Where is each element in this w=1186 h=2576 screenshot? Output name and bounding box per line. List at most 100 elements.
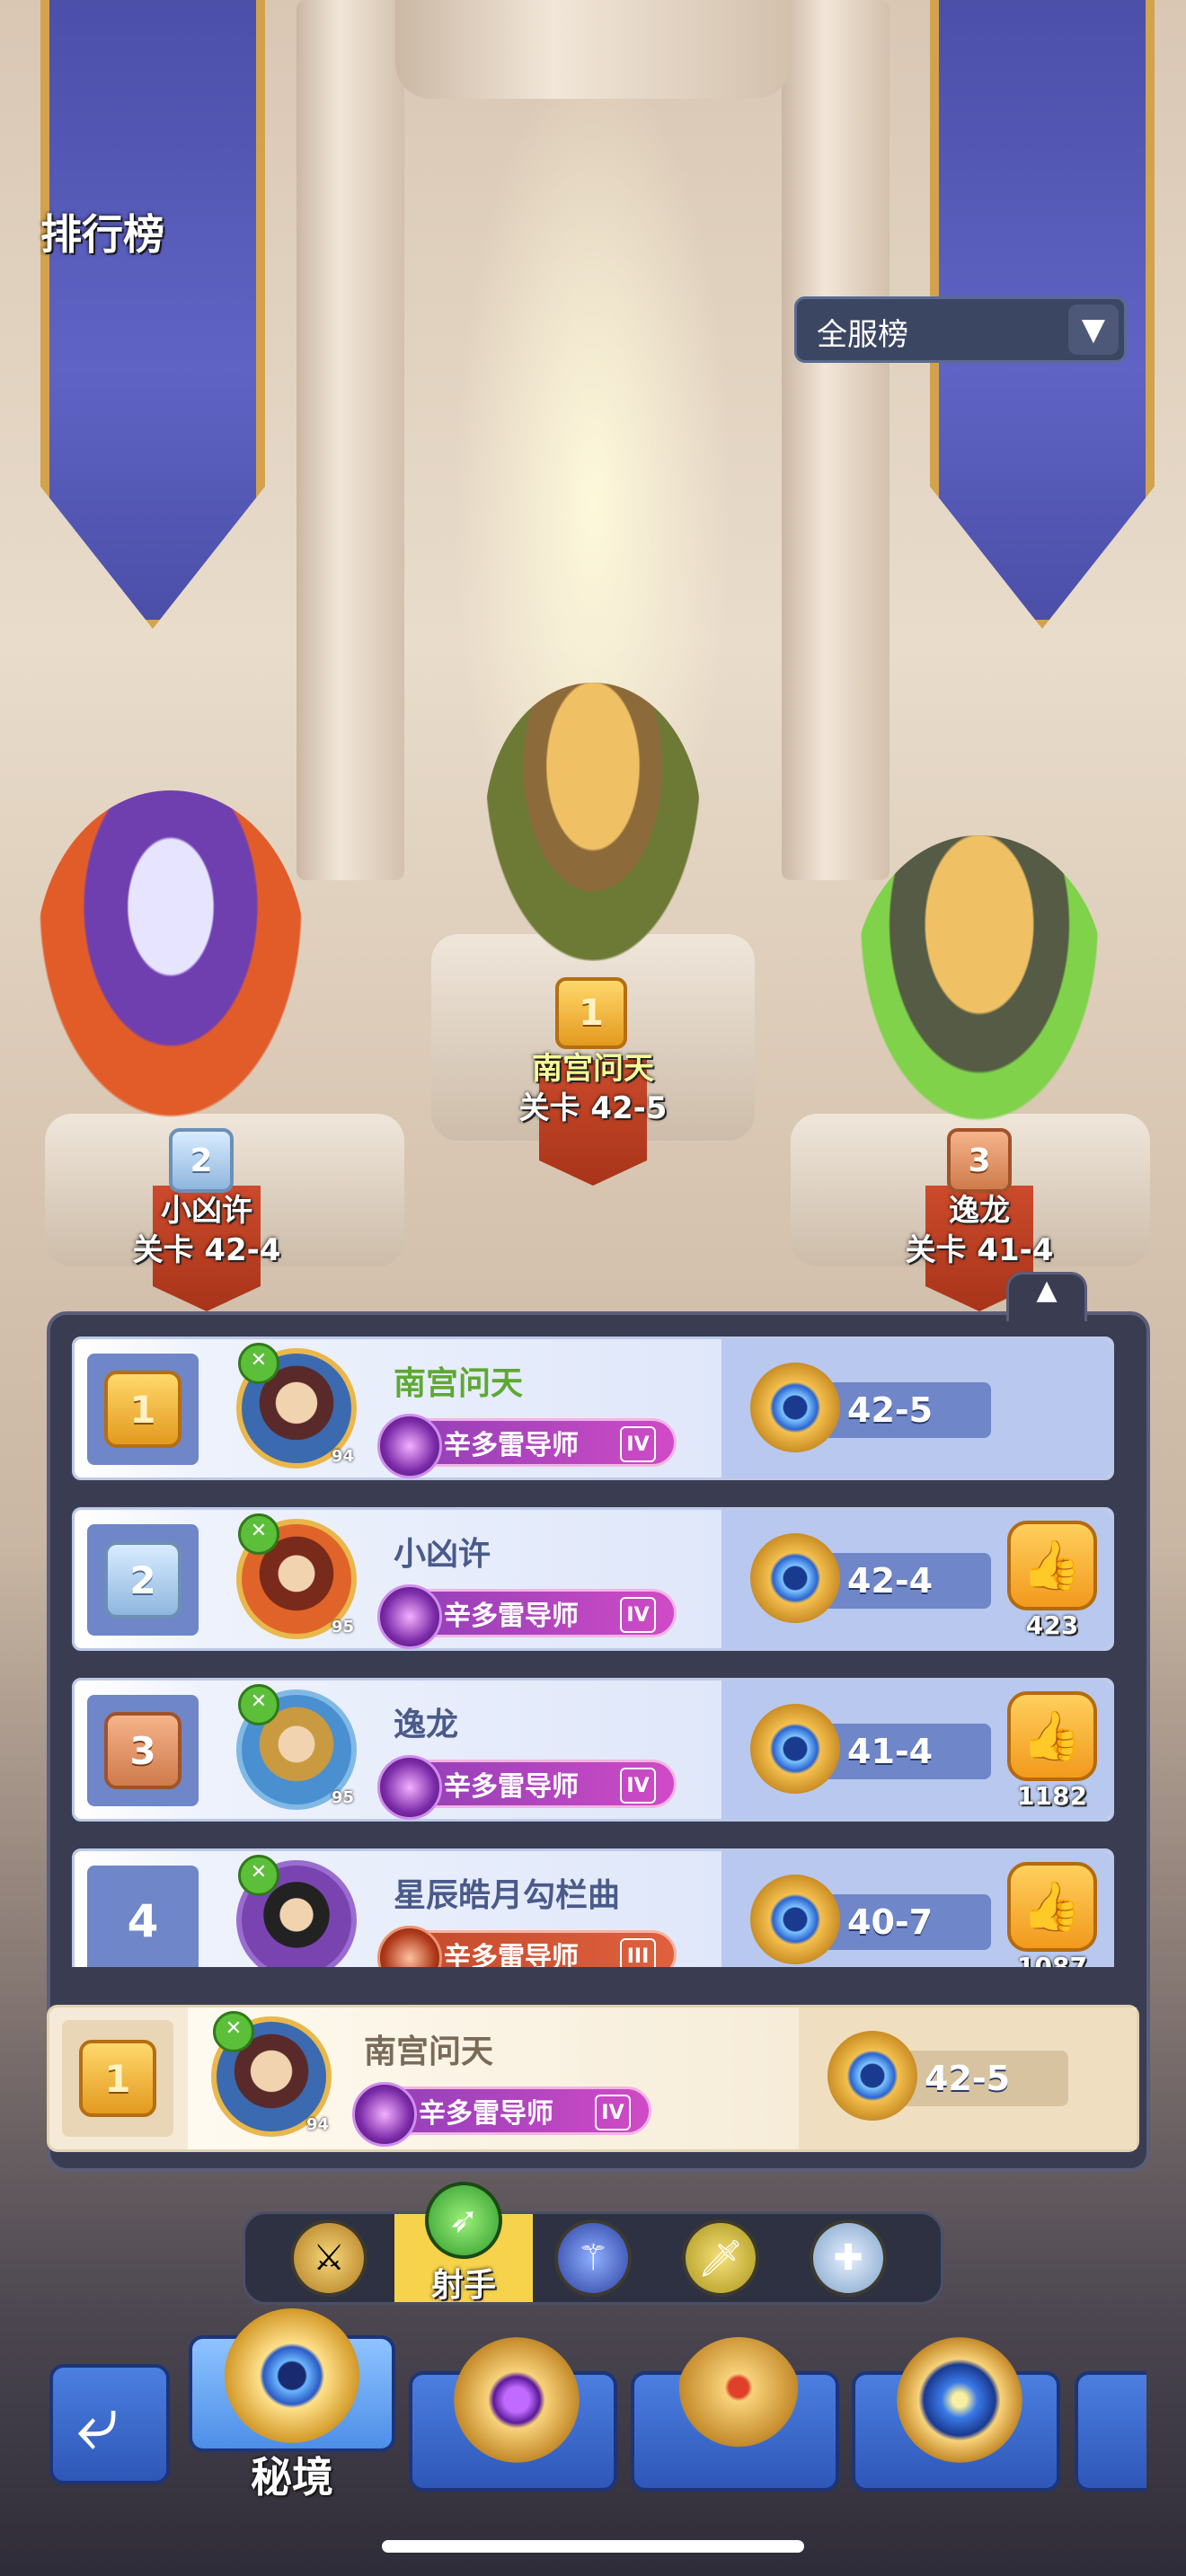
podium-hero-1[interactable] — [485, 683, 701, 961]
stage-eye-icon — [828, 2031, 917, 2121]
crown-emblem-icon — [676, 2337, 801, 2463]
staff-icon[interactable]: ⚚ — [554, 2219, 632, 2297]
bow-icon: ➶ — [425, 2182, 502, 2259]
rank-cell: 3 — [87, 1695, 199, 1806]
class-name: 辛多雷导师 — [444, 1771, 579, 1803]
rank-2-medal: 2 — [104, 1541, 181, 1619]
player-name: 星辰皓月勾栏曲 — [394, 1877, 621, 1914]
like-button[interactable]: 👍 — [1007, 1521, 1097, 1610]
arrow-class-icon: ✕ — [238, 1855, 279, 1896]
blue-star-emblem-icon — [897, 2337, 1022, 2463]
pillar — [782, 0, 890, 880]
class-tag: 辛多雷导师 IV — [377, 1584, 677, 1649]
rank-3-medal: 3 — [104, 1712, 181, 1789]
crossed-axes-icon[interactable]: ⚔ — [290, 2219, 367, 2297]
player-name: 南宫问天 — [364, 2033, 494, 2070]
stage-value: 42-5 — [898, 2051, 1068, 2106]
level-label: 95 — [332, 1618, 355, 1636]
like-button[interactable]: 👍 — [1007, 1862, 1097, 1952]
chevron-down-icon: ▼ — [1068, 304, 1119, 355]
podium-stage-2: 关卡 42-4 — [132, 1232, 281, 1268]
class-emblem-icon — [377, 1755, 442, 1820]
class-emblem-icon — [377, 1414, 442, 1478]
rank-cell: 1 — [62, 2020, 173, 2137]
stage-value: 41-4 — [820, 1724, 991, 1779]
like-count: 1182 — [1017, 1781, 1087, 1811]
nav-tab-5[interactable] — [1075, 2371, 1146, 2492]
rank-1-medal: 1 — [79, 2040, 156, 2117]
row-stats: 41-4 👍 1182 — [721, 1681, 1111, 1819]
arrow-class-icon: ✕ — [238, 1343, 279, 1384]
back-button[interactable]: ⤶ — [49, 2364, 170, 2484]
nav-tab-4[interactable] — [852, 2337, 1060, 2492]
scope-dropdown[interactable]: 全服榜 ▼ — [794, 296, 1127, 363]
page-title: 排行榜 — [40, 210, 164, 259]
tier-badge: IV — [620, 1768, 656, 1804]
podium-hero-3[interactable] — [854, 835, 1105, 1132]
rank-1-medal: 1 — [555, 977, 627, 1049]
thumbs-up-icon: 👍 — [1022, 1707, 1083, 1764]
row-stats: 40-7 👍 1087 — [721, 1851, 1111, 1967]
stage-value: 40-7 — [820, 1894, 991, 1950]
podium-name-3: 逸龙 — [949, 1193, 1010, 1229]
like-count: 1087 — [1017, 1952, 1087, 1967]
level-label: 95 — [332, 1788, 355, 1807]
tier-badge: IV — [620, 1426, 656, 1462]
stage-eye-icon — [750, 1704, 840, 1794]
home-indicator — [382, 2540, 804, 2553]
secret-realm-emblem-icon — [225, 2308, 359, 2443]
class-tag: 辛多雷导师 IV — [377, 1755, 677, 1820]
class-name: 辛多雷导师 — [444, 1942, 579, 1967]
rank-1-medal: 1 — [104, 1371, 181, 1448]
class-tag: 辛多雷导师 III — [377, 1926, 677, 1967]
rank-cell: 1 — [87, 1354, 199, 1465]
stage-value: 42-4 — [820, 1553, 991, 1609]
row-stats: 42-4 👍 423 — [721, 1510, 1111, 1648]
leaderboard-row[interactable]: 3 ✕ 95 逸龙 辛多雷导师 IV 41-4 👍 1182 — [72, 1678, 1114, 1822]
collapse-toggle[interactable]: ▲ — [1006, 1272, 1087, 1321]
tier-badge: III — [620, 1938, 656, 1967]
class-tab-selected[interactable]: ➶ 射手 — [394, 2182, 533, 2306]
return-arrow-icon: ⤶ — [76, 2378, 119, 2466]
like-button[interactable]: 👍 — [1007, 1691, 1097, 1781]
chevron-up-icon: ▲ — [1036, 1275, 1058, 1306]
player-name: 逸龙 — [394, 1707, 459, 1743]
podium-hero-2[interactable] — [36, 790, 305, 1123]
stage-eye-icon — [750, 1533, 840, 1623]
scope-dropdown-value: 全服榜 — [817, 317, 908, 353]
rank-number: 4 — [127, 1895, 159, 1947]
holy-cross-icon[interactable]: ✚ — [810, 2219, 887, 2297]
nav-tab-3[interactable] — [631, 2337, 839, 2492]
podium-name-2: 小凶许 — [161, 1193, 252, 1229]
rank-cell: 4 — [87, 1866, 199, 1967]
row-stats: 42-5 — [721, 1339, 1111, 1478]
self-rank-row[interactable]: 1 ✕ 94 南宫问天 辛多雷导师 IV 42-5 — [47, 2005, 1139, 2152]
stage-value: 42-5 — [820, 1382, 991, 1438]
arch — [395, 0, 791, 99]
class-filter-bar: ⚔ ➶ 射手 ⚚ 🗡 ✚ — [243, 2182, 943, 2305]
player-name: 小凶许 — [394, 1536, 491, 1573]
arrow-class-icon: ✕ — [213, 2011, 254, 2052]
arrow-class-icon: ✕ — [238, 1513, 279, 1555]
rank-cell: 2 — [87, 1524, 199, 1636]
leaderboard-row[interactable]: 4 ✕ 星辰皓月勾栏曲 辛多雷导师 III 40-7 👍 1087 — [72, 1848, 1114, 1967]
thumbs-up-icon: 👍 — [1022, 1537, 1083, 1593]
podium-name-1: 南宫问天 — [532, 1051, 654, 1087]
class-emblem-icon — [377, 1584, 442, 1649]
dagger-icon[interactable]: 🗡 — [682, 2219, 759, 2297]
class-name: 辛多雷导师 — [444, 1430, 579, 1461]
leaderboard-row[interactable]: 2 ✕ 95 小凶许 辛多雷导师 IV 42-4 👍 423 — [72, 1507, 1114, 1651]
rank-2-medal: 2 — [169, 1128, 234, 1193]
leaderboard-row[interactable]: 1 ✕ 94 南宫问天 辛多雷导师 IV 42-5 — [72, 1337, 1114, 1480]
leaderboard-list[interactable]: 1 ✕ 94 南宫问天 辛多雷导师 IV 42-5 2 ✕ 95 小凶许 辛多雷… — [72, 1337, 1114, 1967]
class-tag: 辛多雷导师 IV — [352, 2082, 651, 2147]
selected-class-label: 射手 — [430, 2267, 496, 2304]
nav-tab-2[interactable] — [409, 2337, 617, 2492]
row-stats: 42-5 — [799, 2007, 1137, 2149]
player-name: 南宫问天 — [394, 1365, 524, 1402]
class-name: 辛多雷导师 — [444, 1601, 579, 1632]
arrow-class-icon: ✕ — [238, 1684, 279, 1725]
class-name: 辛多雷导师 — [419, 2098, 553, 2130]
class-emblem-icon — [352, 2082, 417, 2147]
rank-3-medal: 3 — [947, 1128, 1012, 1193]
